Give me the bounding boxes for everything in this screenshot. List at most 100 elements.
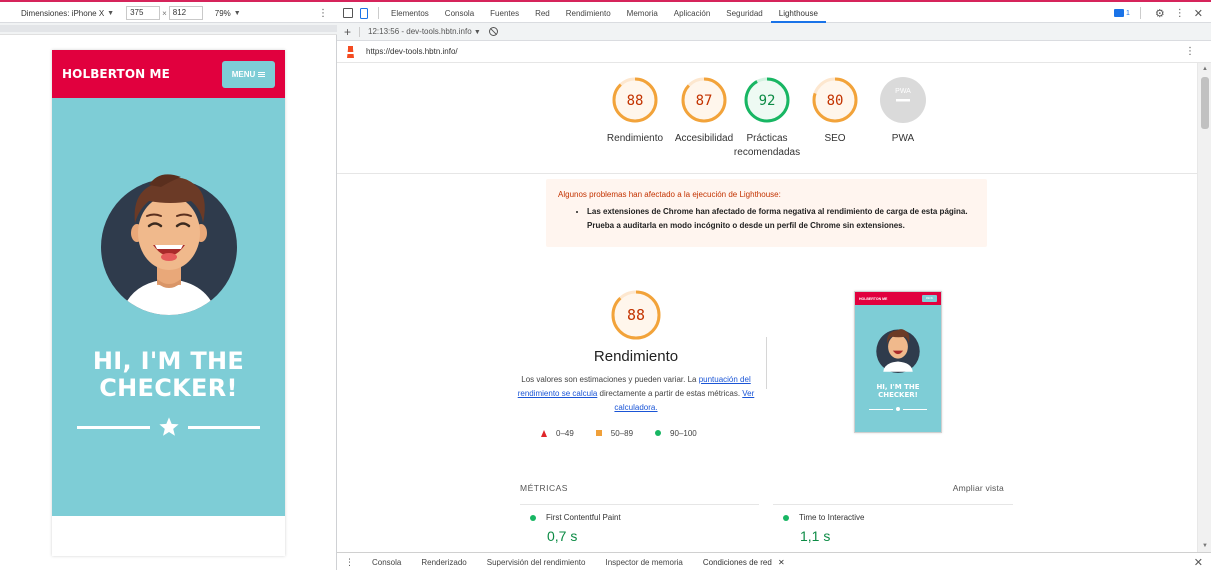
devtools-window: Dimensiones: iPhone X ▼ 375 × 812 79% ▼ … xyxy=(0,0,1211,570)
drawer-tab-supervision[interactable]: Supervisión del rendimiento xyxy=(477,553,596,570)
thumbnail-menu: MENU xyxy=(922,295,937,302)
star-divider xyxy=(77,416,260,438)
media-query-segment[interactable] xyxy=(0,25,337,32)
site-logo-text[interactable]: HOLBERTON ME xyxy=(62,67,170,81)
clear-icon[interactable] xyxy=(488,27,498,36)
warning-title: Algunos problemas han afectado a la ejec… xyxy=(558,190,781,199)
scroll-up-icon[interactable]: ▲ xyxy=(1202,66,1208,72)
menu-button[interactable]: MENU xyxy=(222,60,275,88)
tab-seguridad[interactable]: Seguridad xyxy=(718,4,770,23)
thumbnail-hero: HI, I'M THE CHECKER! xyxy=(855,305,941,432)
performance-description: Los valores son estimaciones y pueden va… xyxy=(516,373,756,415)
pass-circle-icon xyxy=(783,514,789,521)
site-header: HOLBERTON ME MENU xyxy=(52,50,285,98)
close-drawer-icon[interactable]: ✕ xyxy=(1194,556,1203,569)
warning-list: Las extensiones de Chrome han afectado d… xyxy=(587,205,975,233)
tab-aplicacion[interactable]: Aplicación xyxy=(666,4,718,23)
legend-fail: 0–49 xyxy=(541,429,574,438)
close-tab-icon[interactable]: ✕ xyxy=(778,558,785,567)
gear-icon[interactable]: ⚙ xyxy=(1155,7,1165,20)
divider xyxy=(520,504,759,505)
lighthouse-logo-icon xyxy=(347,46,354,58)
score-legend: 0–49 50–89 90–100 xyxy=(541,427,741,439)
metric-value: 1,1 s xyxy=(800,528,831,544)
report-select[interactable]: 12:13:56 - dev-tools.hbtn.info ▼ xyxy=(368,27,481,36)
metric-value: 0,7 s xyxy=(547,528,578,544)
tab-memoria[interactable]: Memoria xyxy=(619,4,666,23)
gauge-score: 88 xyxy=(627,93,644,109)
final-screenshot-thumbnail[interactable]: HOLBERTON ME MENU HI, I'M THE CHECKER! xyxy=(854,291,942,433)
emulated-page: HOLBERTON ME MENU HI, I'M THE CHECKER! xyxy=(52,50,285,556)
report-url[interactable]: https://dev-tools.hbtn.info/ xyxy=(366,47,458,56)
drawer-tab-condiciones-red[interactable]: Condiciones de red ✕ xyxy=(693,553,795,570)
thumbnail-title: HI, I'M THE CHECKER! xyxy=(855,383,941,399)
device-toolbar-icon[interactable] xyxy=(360,7,368,19)
plus-icon[interactable]: + xyxy=(344,25,351,39)
tab-elementos[interactable]: Elementos xyxy=(383,4,437,23)
gauge-pwa[interactable]: PWA PWA xyxy=(863,77,943,146)
thumbnail-avatar xyxy=(876,329,920,373)
gauge-ring: 80 xyxy=(812,77,858,123)
message-icon xyxy=(1114,9,1124,17)
device-select[interactable]: Dimensiones: iPhone X ▼ xyxy=(21,9,114,18)
divider xyxy=(337,173,1197,174)
divider xyxy=(378,7,379,19)
menu-label: MENU xyxy=(231,69,256,79)
divider xyxy=(766,337,767,389)
report-url-bar: https://dev-tools.hbtn.info/ ⋮ xyxy=(337,41,1211,63)
square-icon xyxy=(595,430,602,436)
device-viewport: HOLBERTON ME MENU HI, I'M THE CHECKER! xyxy=(0,35,337,570)
drawer-tab-inspector-memoria[interactable]: Inspector de memoria xyxy=(595,553,692,570)
more-options-icon[interactable]: ⋮ xyxy=(1175,8,1185,19)
gauge-score: 92 xyxy=(759,93,776,109)
more-options-icon[interactable]: ⋮ xyxy=(1185,46,1195,57)
scrollbar-thumb[interactable] xyxy=(1201,77,1209,129)
performance-gauge: 88 xyxy=(611,290,661,340)
legend-average-label: 50–89 xyxy=(610,428,634,438)
devtools-drawer: ⋮ Consola Renderizado Supervisión del re… xyxy=(337,552,1211,570)
close-icon[interactable]: ✕ xyxy=(1194,7,1203,20)
hamburger-icon xyxy=(258,71,266,78)
drawer-tab-consola[interactable]: Consola xyxy=(362,553,411,570)
device-select-label: Dimensiones: iPhone X xyxy=(21,8,105,18)
tab-consola[interactable]: Consola xyxy=(437,4,482,23)
devtools-tabbar: Elementos Consola Fuentes Red Rendimient… xyxy=(337,4,1211,23)
drawer-tab-label: Condiciones de red xyxy=(702,558,772,567)
page-footer-area xyxy=(52,516,285,556)
divider xyxy=(359,26,361,37)
tab-fuentes[interactable]: Fuentes xyxy=(482,4,527,23)
report-scrollbar[interactable]: ▲ ▼ xyxy=(1197,63,1211,552)
metric-name: Time to Interactive xyxy=(799,513,865,522)
triangle-icon xyxy=(541,429,547,437)
performance-score: 88 xyxy=(627,306,645,324)
gauge-ring: 88 xyxy=(612,77,658,123)
gauge-ring: 92 xyxy=(744,77,790,123)
gauge-rendimiento[interactable]: 88 Rendimiento xyxy=(595,77,675,146)
tab-red[interactable]: Red xyxy=(527,4,558,23)
metric-tti: Time to Interactive 1,1 s xyxy=(773,513,1003,544)
circle-icon xyxy=(655,430,662,436)
legend-pass: 90–100 xyxy=(655,429,697,438)
height-input[interactable]: 812 xyxy=(168,6,203,20)
zoom-select[interactable]: 79% ▼ xyxy=(215,9,241,18)
tab-lighthouse[interactable]: Lighthouse xyxy=(770,4,826,23)
legend-average: 50–89 xyxy=(595,428,634,438)
metric-fcp: First Contentful Paint 0,7 s xyxy=(520,513,750,544)
tab-rendimiento[interactable]: Rendimiento xyxy=(558,4,619,23)
divider xyxy=(1139,7,1141,19)
drawer-tab-renderizado[interactable]: Renderizado xyxy=(411,553,476,570)
drawer-menu-icon[interactable]: ⋮ xyxy=(345,557,354,568)
issues-badge[interactable]: 1 xyxy=(1114,9,1130,17)
legend-pass-label: 90–100 xyxy=(670,428,697,438)
divider-line xyxy=(187,425,260,429)
more-options-icon[interactable]: ⋮ xyxy=(318,8,328,19)
media-query-bar[interactable] xyxy=(0,23,337,35)
desc-text-1: Los valores son estimaciones y pueden va… xyxy=(521,375,699,384)
inspect-element-icon[interactable] xyxy=(343,8,353,18)
width-input[interactable]: 375 xyxy=(126,6,161,20)
hero-title-line1: HI, I'M THE xyxy=(92,347,245,375)
scroll-down-icon[interactable]: ▼ xyxy=(1202,543,1208,549)
expand-view-toggle[interactable]: Ampliar vista xyxy=(953,483,1004,493)
metric-name: First Contentful Paint xyxy=(546,513,621,522)
warning-box: Algunos problemas han afectado a la ejec… xyxy=(546,179,987,247)
